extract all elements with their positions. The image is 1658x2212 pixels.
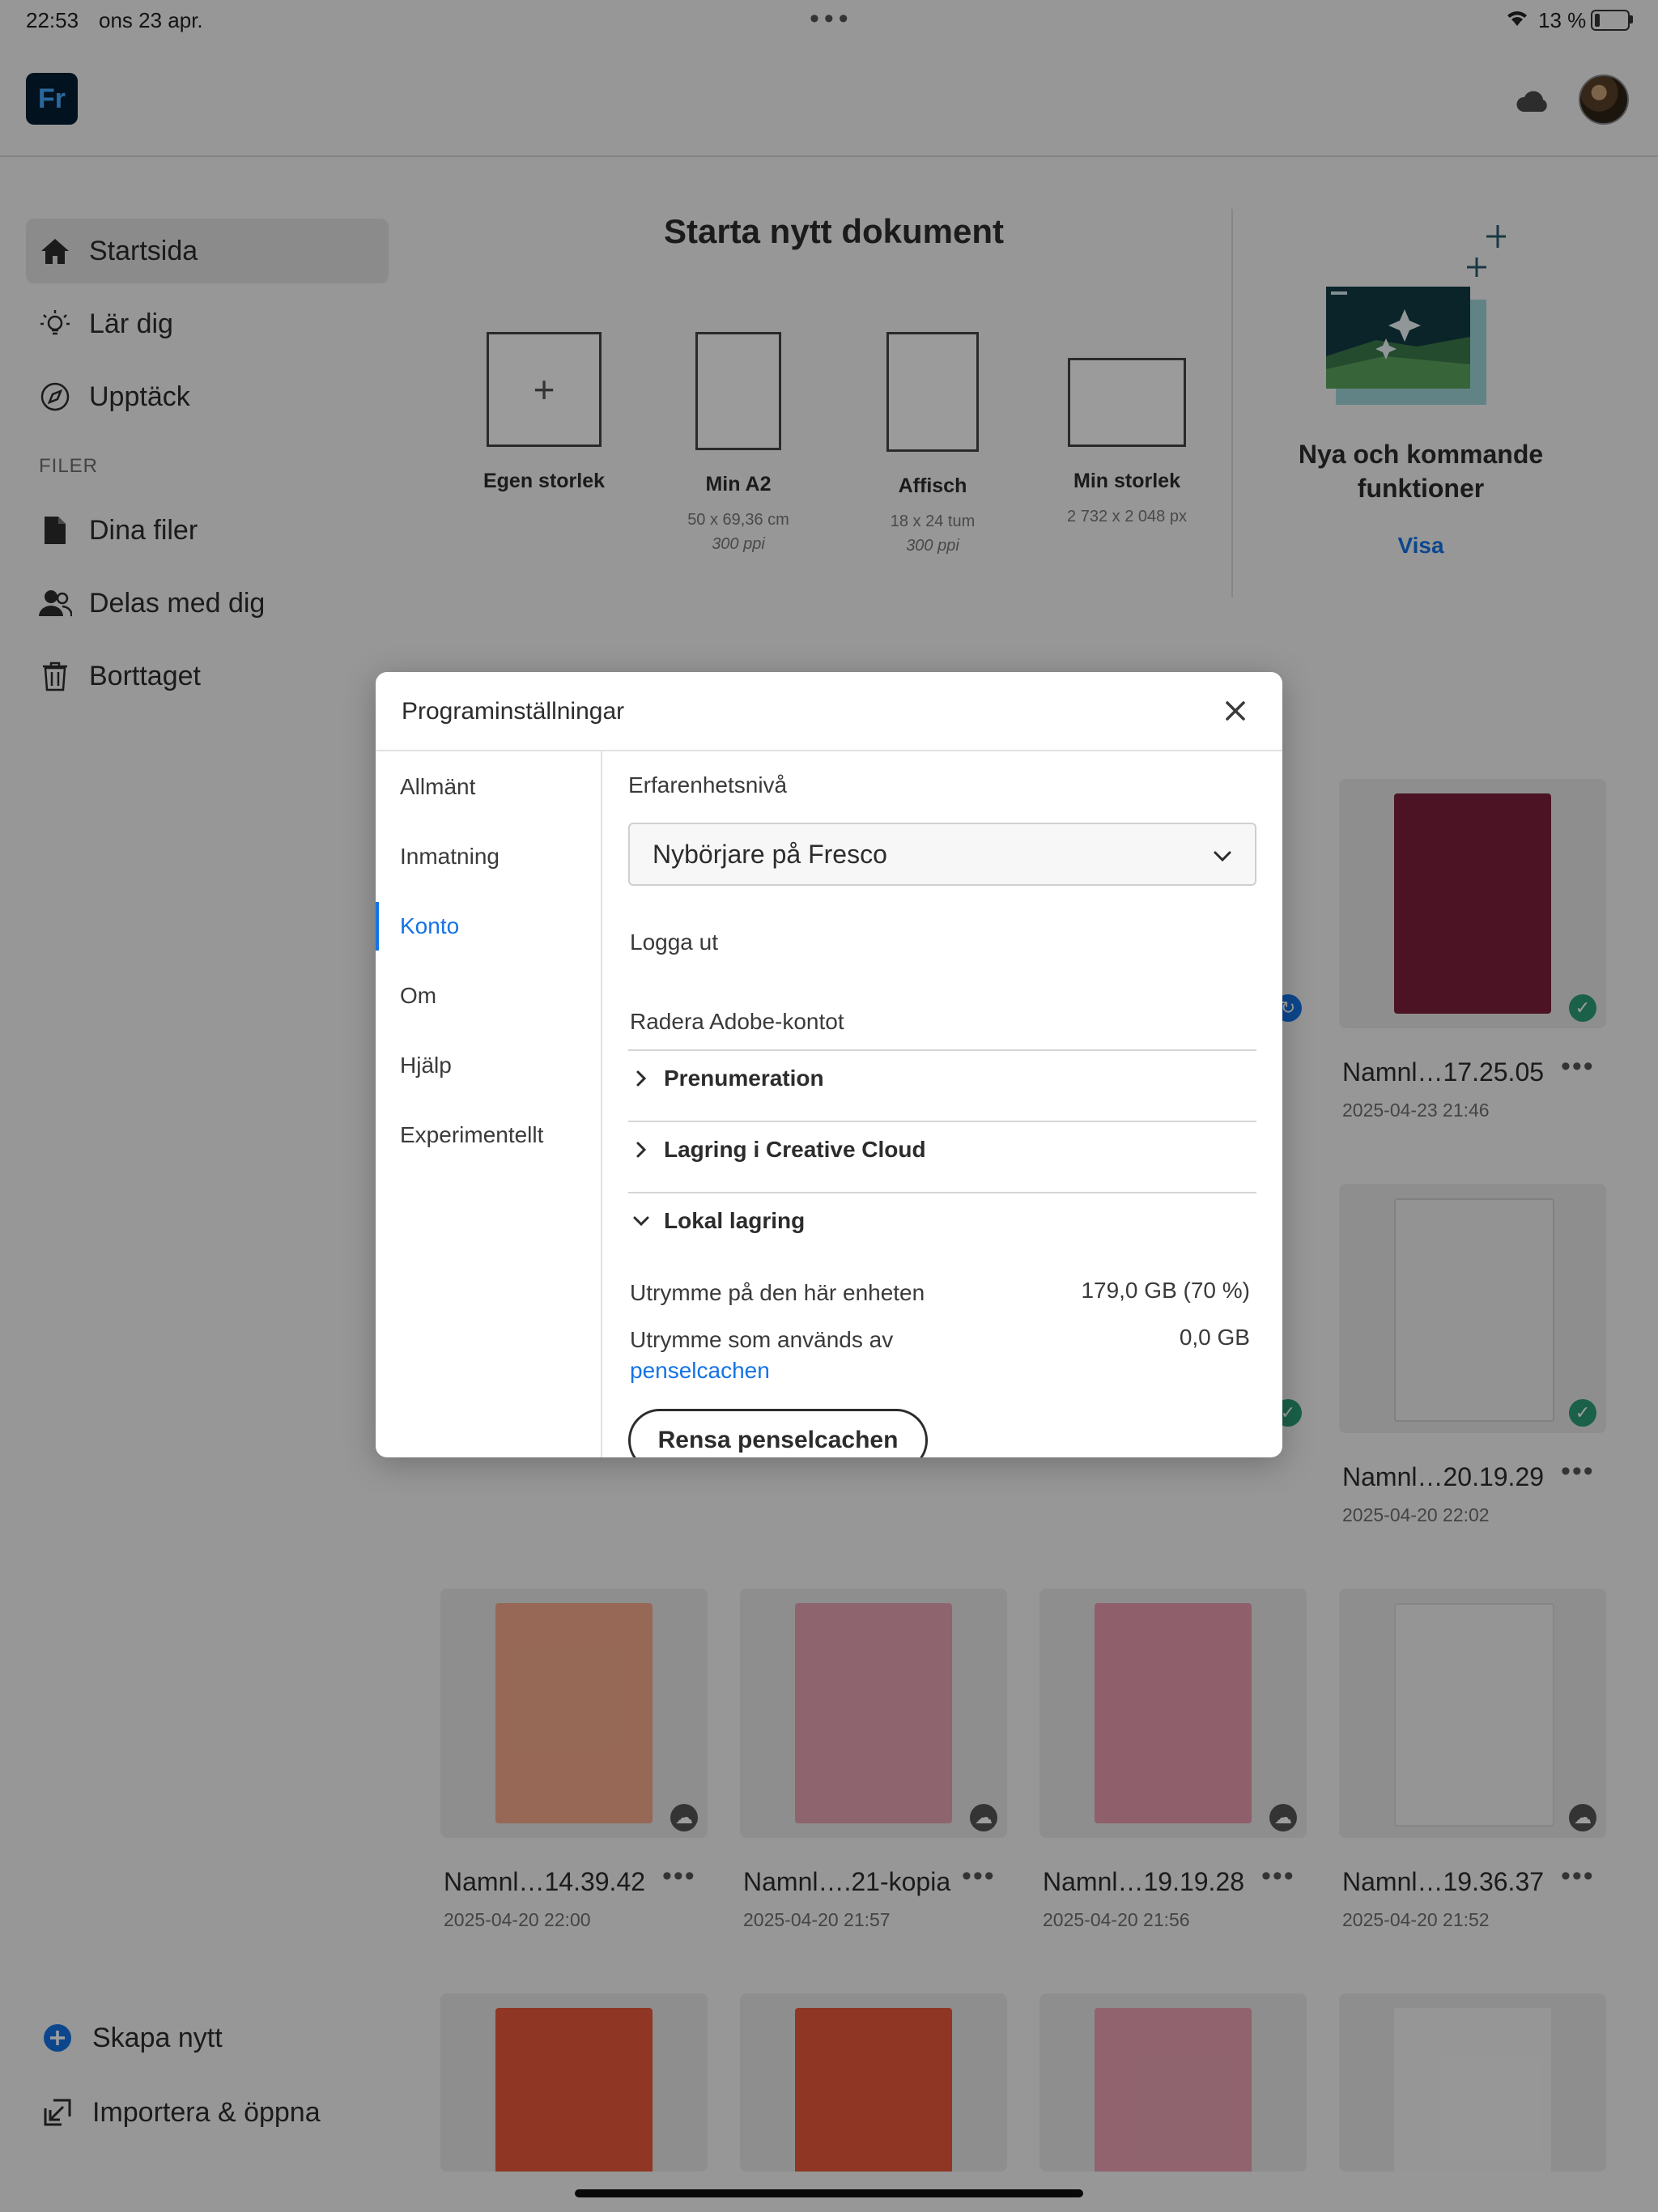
tab-experimental[interactable]: Experimentellt bbox=[376, 1111, 599, 1159]
chevron-down-icon bbox=[1211, 844, 1234, 866]
brush-cache-label-block: Utrymme som används av penselcachen bbox=[630, 1325, 893, 1386]
experience-level-value: Nybörjare på Fresco bbox=[653, 839, 887, 869]
chevron-right-icon bbox=[630, 1138, 653, 1161]
brush-cache-link[interactable]: penselcachen bbox=[630, 1358, 770, 1383]
tab-account[interactable]: Konto bbox=[376, 902, 599, 951]
subscription-accordion[interactable]: Prenumeration bbox=[628, 1054, 1256, 1103]
settings-content: Erfarenhetsnivå Nybörjare på Fresco Logg… bbox=[602, 750, 1282, 1457]
device-space-label: Utrymme på den här enheten bbox=[630, 1280, 925, 1305]
device-space-value: 179,0 GB (70 %) bbox=[1081, 1278, 1250, 1303]
experience-level-label: Erfarenhetsnivå bbox=[628, 772, 788, 798]
tab-input[interactable]: Inmatning bbox=[376, 832, 599, 881]
chevron-down-icon bbox=[630, 1210, 653, 1232]
divider bbox=[628, 1121, 1256, 1122]
close-icon[interactable] bbox=[1219, 695, 1252, 727]
divider bbox=[628, 1049, 1256, 1051]
brush-cache-value: 0,0 GB bbox=[1179, 1325, 1250, 1350]
accordion-label: Lokal lagring bbox=[664, 1208, 806, 1233]
settings-nav: Allmänt Inmatning Konto Om Hjälp Experim… bbox=[376, 750, 602, 1457]
dialog-header: Programinställningar bbox=[376, 672, 1282, 751]
cc-storage-accordion[interactable]: Lagring i Creative Cloud bbox=[628, 1125, 1256, 1174]
dialog-title: Programinställningar bbox=[402, 698, 625, 725]
logout-link[interactable]: Logga ut bbox=[630, 929, 718, 955]
tab-about[interactable]: Om bbox=[376, 972, 599, 1020]
accordion-label: Prenumeration bbox=[664, 1066, 824, 1091]
tab-general[interactable]: Allmänt bbox=[376, 763, 599, 811]
clear-brush-cache-button[interactable]: Rensa penselcachen bbox=[628, 1409, 928, 1457]
delete-account-link[interactable]: Radera Adobe-kontot bbox=[630, 1009, 844, 1035]
app-settings-dialog: Programinställningar Allmänt Inmatning K… bbox=[376, 672, 1282, 1457]
experience-level-select[interactable]: Nybörjare på Fresco bbox=[628, 823, 1256, 886]
tab-help[interactable]: Hjälp bbox=[376, 1041, 599, 1090]
chevron-right-icon bbox=[630, 1067, 653, 1090]
local-storage-accordion[interactable]: Lokal lagring bbox=[628, 1197, 1256, 1245]
brush-cache-label: Utrymme som används av bbox=[630, 1327, 894, 1352]
accordion-label: Lagring i Creative Cloud bbox=[664, 1137, 926, 1162]
divider bbox=[628, 1192, 1256, 1193]
